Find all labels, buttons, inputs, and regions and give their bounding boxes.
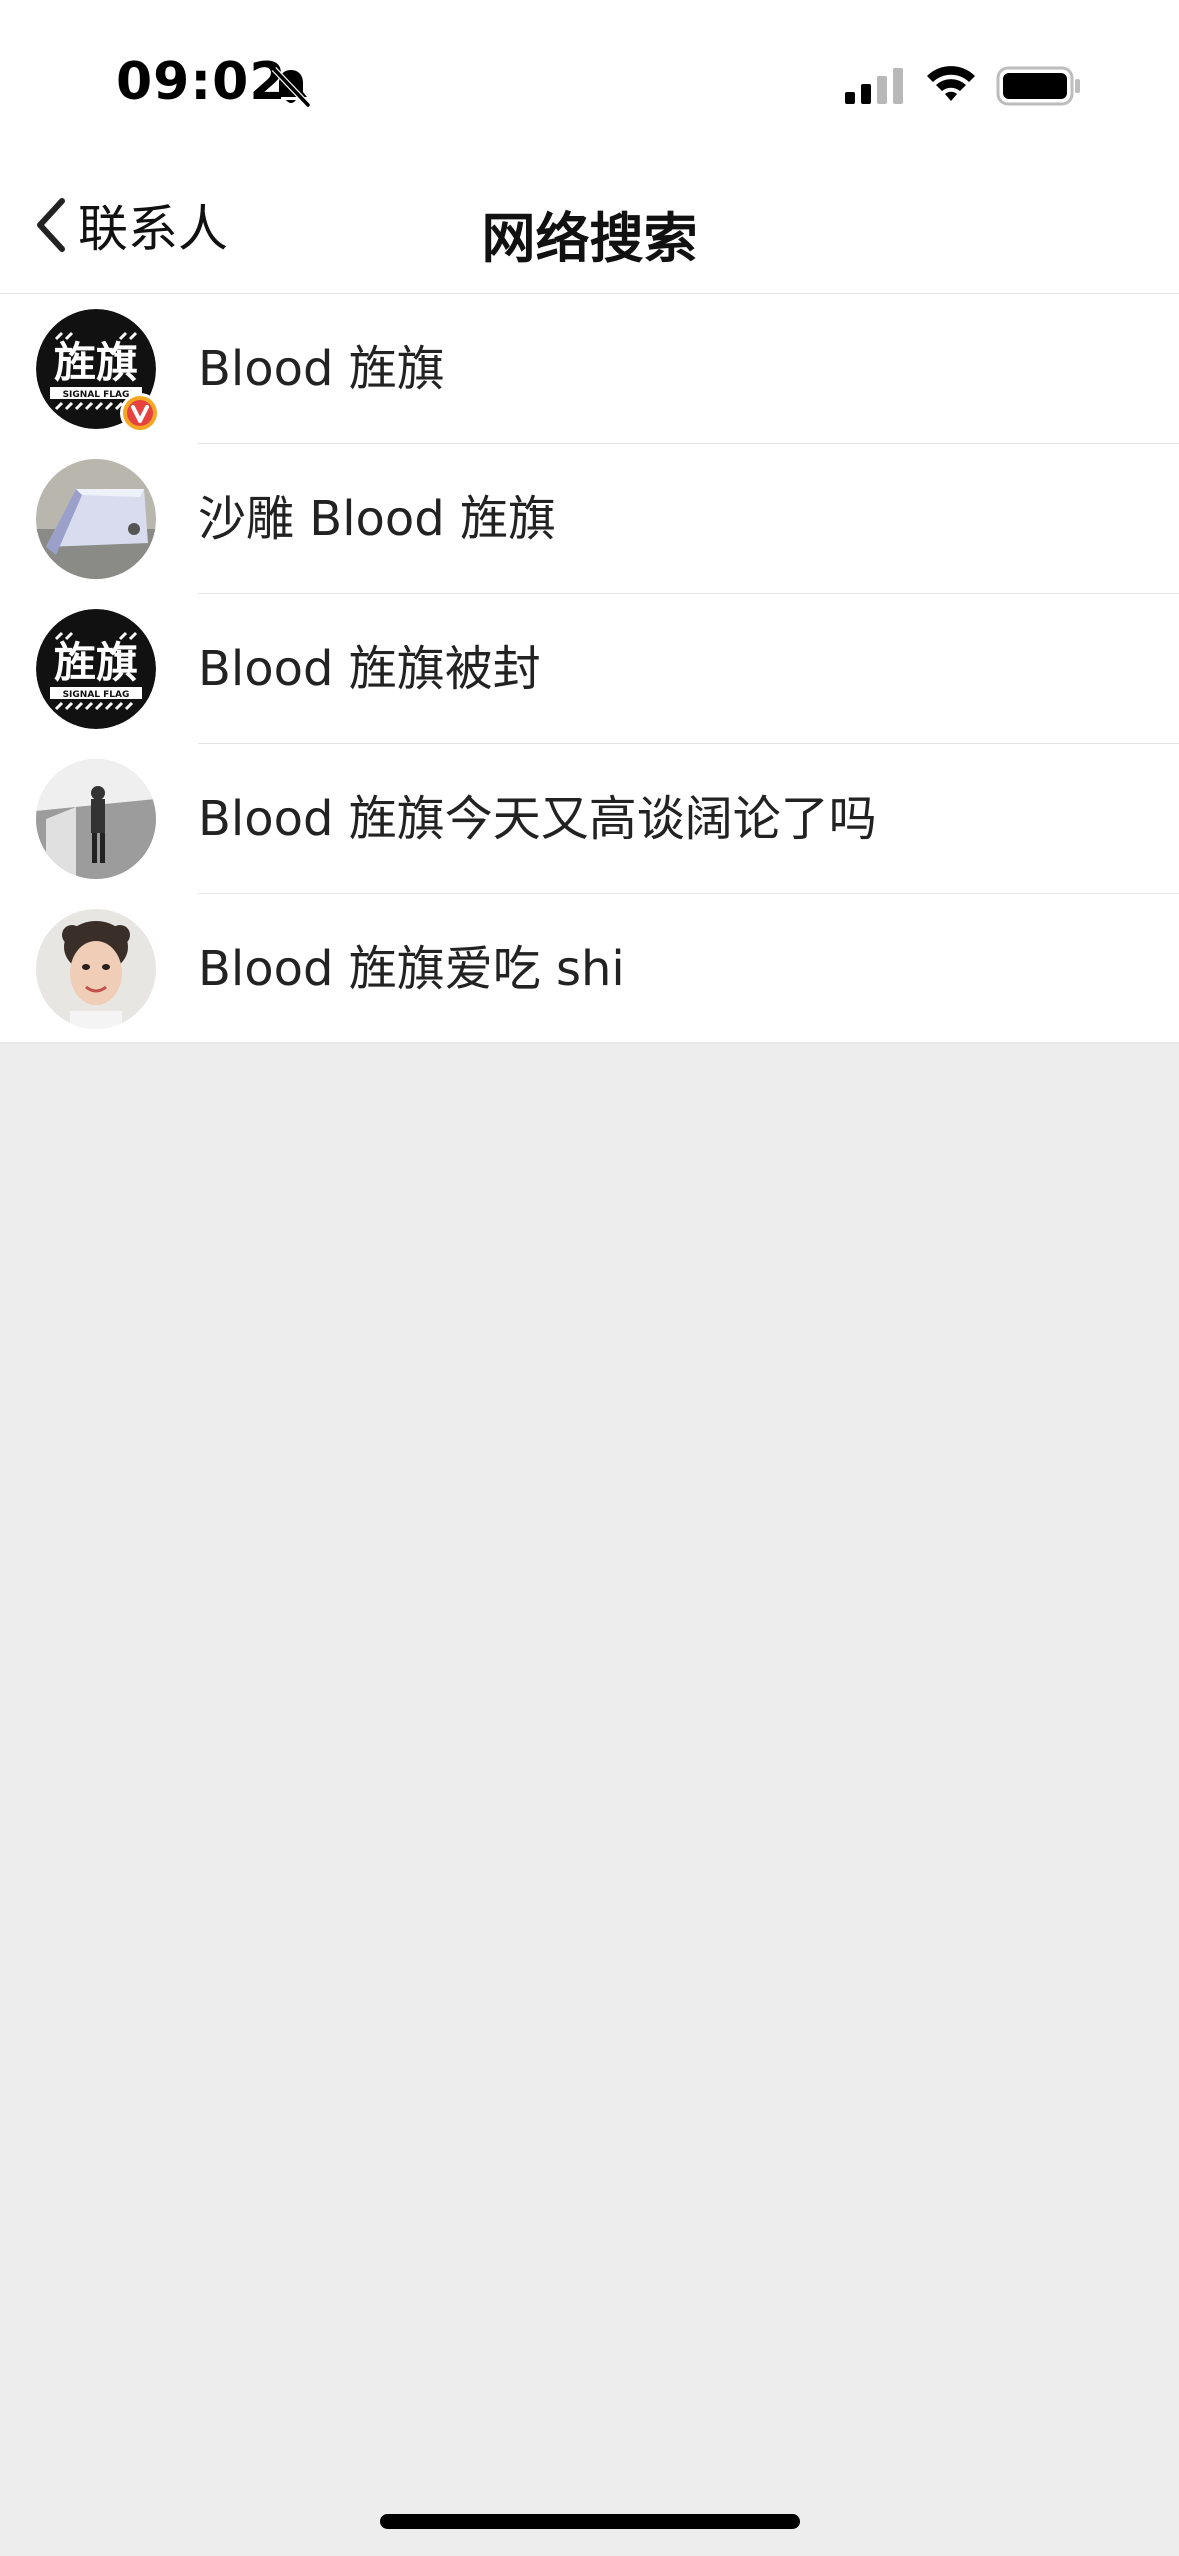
bell-muted-icon	[271, 66, 311, 108]
avatar	[36, 909, 156, 1029]
list-item[interactable]: 沙雕 Blood 旌旗	[0, 444, 1179, 594]
avatar	[36, 459, 156, 579]
avatar-logo-text: 旌旗	[54, 638, 138, 687]
avatar-logo-text: 旌旗	[54, 338, 138, 387]
result-title: Blood 旌旗今天又高谈阔论了吗	[198, 791, 877, 847]
result-title: Blood 旌旗	[198, 341, 445, 397]
battery-icon	[996, 66, 1080, 106]
result-title: Blood 旌旗爱吃 shi	[198, 941, 625, 997]
divider	[0, 1043, 1179, 1044]
wifi-icon	[927, 66, 975, 101]
photo-person-corridor-icon	[36, 759, 156, 879]
list-item[interactable]: 旌旗 SIGNAL FLAG Blood 旌旗	[0, 294, 1179, 444]
verified-badge-icon	[120, 393, 160, 433]
status-time: 09:02	[116, 52, 287, 112]
signal-flag-logo-icon: 旌旗 SIGNAL FLAG	[36, 609, 156, 729]
status-bar: 09:02	[0, 0, 1179, 160]
search-results-list: 旌旗 SIGNAL FLAG Blood 旌旗 沙雕 Blood 旌旗 旌旗 S…	[0, 294, 1179, 1044]
result-title: 沙雕 Blood 旌旗	[198, 491, 556, 547]
navigation-bar: 联系人 网络搜索	[0, 160, 1179, 294]
page-title: 网络搜索	[481, 207, 698, 270]
photo-folded-card-icon	[36, 459, 156, 579]
list-item[interactable]: 旌旗 SIGNAL FLAG Blood 旌旗被封	[0, 594, 1179, 744]
cellular-signal-icon	[845, 68, 903, 104]
photo-woman-portrait-icon	[36, 909, 156, 1029]
list-item[interactable]: Blood 旌旗爱吃 shi	[0, 894, 1179, 1044]
home-indicator[interactable]	[380, 2514, 800, 2529]
result-title: Blood 旌旗被封	[198, 641, 541, 697]
avatar	[36, 759, 156, 879]
list-item[interactable]: Blood 旌旗今天又高谈阔论了吗	[0, 744, 1179, 894]
avatar: 旌旗 SIGNAL FLAG	[36, 609, 156, 729]
avatar-logo-subtext: SIGNAL FLAG	[63, 690, 130, 700]
